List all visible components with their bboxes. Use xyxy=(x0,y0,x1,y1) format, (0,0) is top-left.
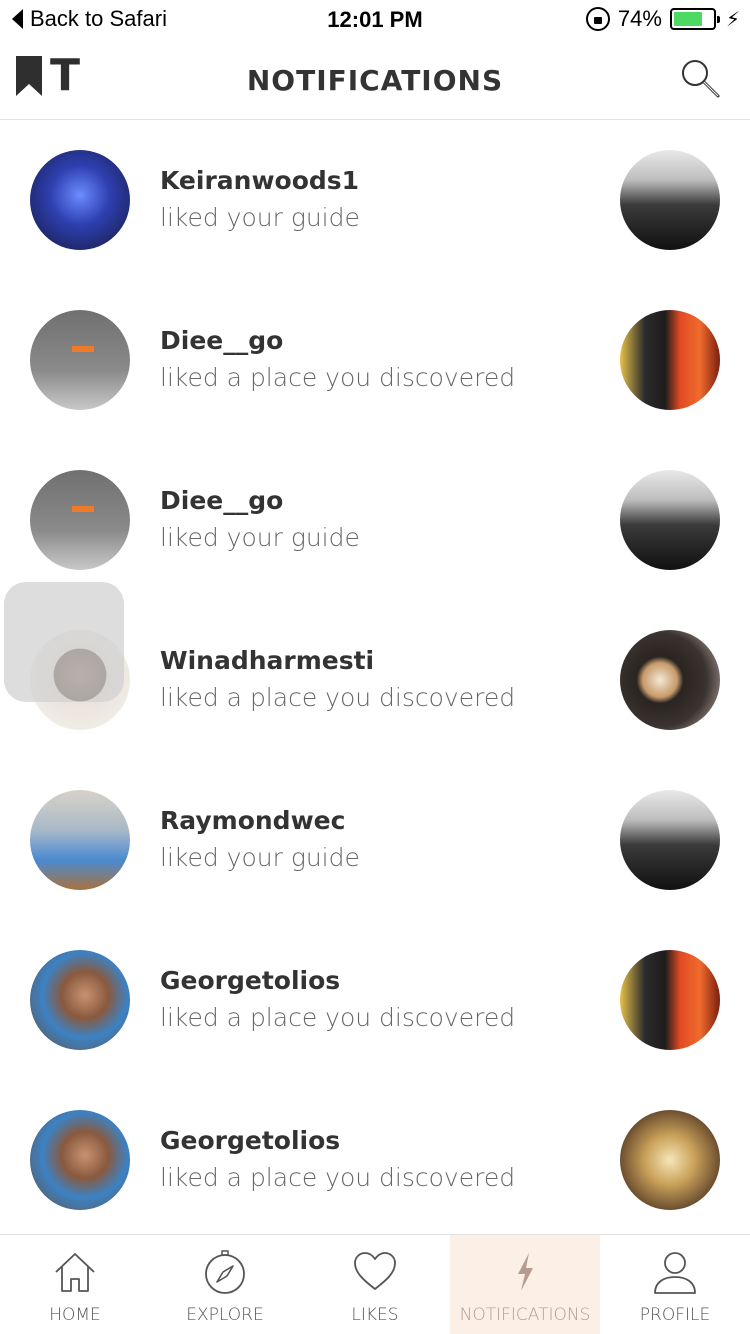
notification-action: liked a place you discovered xyxy=(160,683,516,712)
header: T NOTIFICATIONS xyxy=(0,40,750,120)
notification-text: Winadharmesti liked a place you discover… xyxy=(160,646,515,712)
notification-username[interactable]: Georgetolios xyxy=(160,966,515,995)
notification-action: liked your guide xyxy=(160,843,360,872)
content-thumbnail[interactable] xyxy=(620,150,720,250)
notification-row[interactable]: Raymondwec liked your guide xyxy=(0,760,750,920)
notification-text: Georgetolios liked a place you discovere… xyxy=(160,966,515,1032)
notification-username[interactable]: Keiranwoods1 xyxy=(160,166,360,195)
user-avatar[interactable] xyxy=(30,950,130,1050)
search-button[interactable] xyxy=(678,56,722,100)
tab-likes[interactable]: LIKES xyxy=(300,1235,450,1334)
notification-username[interactable]: Georgetolios xyxy=(160,1126,515,1155)
user-avatar[interactable] xyxy=(30,150,130,250)
notification-row[interactable]: Diee__go liked your guide xyxy=(0,440,750,600)
tab-home[interactable]: HOME xyxy=(0,1235,150,1334)
notification-row[interactable]: Diee__go liked a place you discovered xyxy=(0,280,750,440)
search-icon xyxy=(682,60,720,98)
tab-label: HOME xyxy=(49,1305,101,1325)
home-icon xyxy=(55,1253,95,1292)
content-thumbnail[interactable] xyxy=(620,1110,720,1210)
compass-icon xyxy=(205,1250,245,1294)
notification-action: liked your guide xyxy=(160,203,360,232)
rotation-lock-icon xyxy=(585,7,610,31)
notification-action: liked your guide xyxy=(160,523,360,552)
tab-label: EXPLORE xyxy=(186,1305,264,1325)
page-title: NOTIFICATIONS xyxy=(246,64,504,97)
notification-action: liked a place you discovered xyxy=(160,1163,516,1192)
notification-text: Diee__go liked a place you discovered xyxy=(160,326,515,392)
battery-icon xyxy=(669,8,720,30)
touch-highlight-overlay xyxy=(4,582,124,702)
user-avatar[interactable] xyxy=(30,310,130,410)
charging-icon: ⚡ xyxy=(725,8,740,31)
notification-action: liked a place you discovered xyxy=(160,1003,516,1032)
notification-username[interactable]: Raymondwec xyxy=(160,806,360,835)
user-avatar[interactable] xyxy=(30,470,130,570)
content-thumbnail[interactable] xyxy=(620,470,720,570)
user-avatar[interactable] xyxy=(30,790,130,890)
status-right: 74% ⚡ xyxy=(585,6,740,32)
notification-username[interactable]: Diee__go xyxy=(160,486,360,515)
notification-row[interactable]: Keiranwoods1 liked your guide xyxy=(0,120,750,280)
content-thumbnail[interactable] xyxy=(620,630,720,730)
notification-row[interactable]: Georgetolios liked a place you discovere… xyxy=(0,920,750,1080)
content-thumbnail[interactable] xyxy=(620,310,720,410)
notification-username[interactable]: Winadharmesti xyxy=(160,646,515,675)
content-thumbnail[interactable] xyxy=(620,790,720,890)
tab-label: NOTIFICATIONS xyxy=(459,1305,591,1325)
notification-text: Diee__go liked your guide xyxy=(160,486,360,552)
notification-row[interactable]: Georgetolios liked a place you discovere… xyxy=(0,1080,750,1240)
notification-action: liked a place you discovered xyxy=(160,363,516,392)
tab-bar: HOME EXPLORE LIKES NOTIFICATIONS PROFILE xyxy=(0,1234,750,1334)
profile-icon xyxy=(654,1252,696,1294)
notification-text: Georgetolios liked a place you discovere… xyxy=(160,1126,515,1192)
status-bar: Back to Safari 12:01 PM 74% ⚡ xyxy=(0,0,750,40)
user-avatar[interactable] xyxy=(30,1110,130,1210)
notification-text: Raymondwec liked your guide xyxy=(160,806,360,872)
notification-text: Keiranwoods1 liked your guide xyxy=(160,166,360,232)
battery-percent: 74% xyxy=(617,6,662,31)
tab-notifications[interactable]: NOTIFICATIONS xyxy=(450,1235,600,1334)
tab-label: LIKES xyxy=(351,1305,399,1325)
tab-profile[interactable]: PROFILE xyxy=(600,1235,750,1334)
tab-explore[interactable]: EXPLORE xyxy=(150,1235,300,1334)
content-thumbnail[interactable] xyxy=(620,950,720,1050)
bolt-icon xyxy=(518,1253,533,1291)
notification-username[interactable]: Diee__go xyxy=(160,326,515,355)
tab-label: PROFILE xyxy=(639,1305,711,1325)
heart-icon xyxy=(354,1252,396,1290)
